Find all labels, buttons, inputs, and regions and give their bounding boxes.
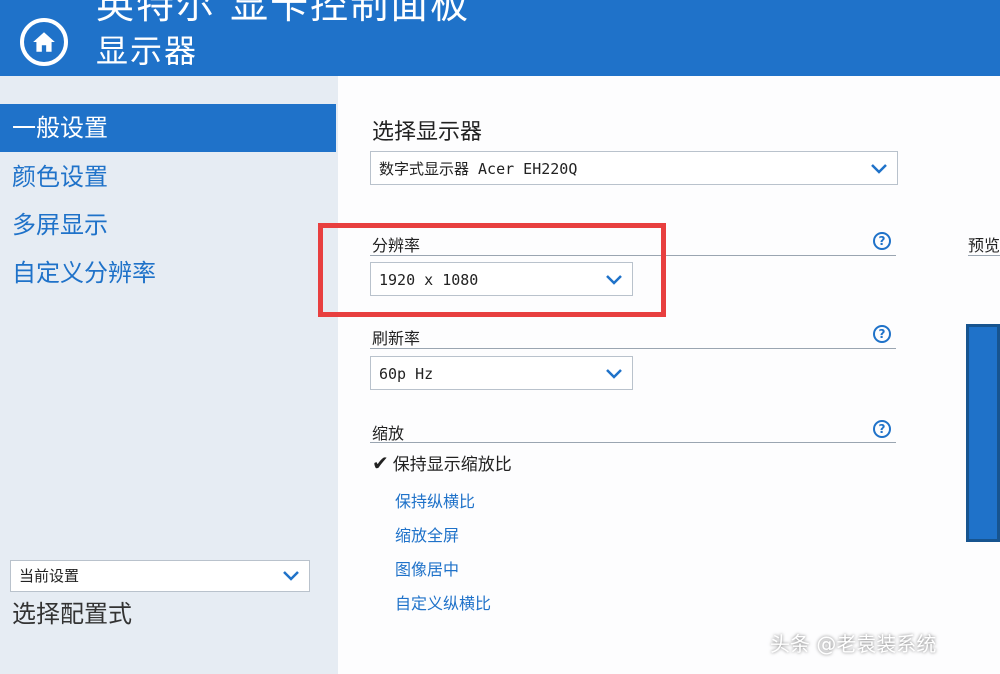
scaling-option-maintain-aspect[interactable]: 保持纵横比 bbox=[395, 488, 475, 512]
home-button[interactable] bbox=[20, 18, 68, 66]
home-icon bbox=[33, 32, 55, 52]
refresh-rate-label: 刷新率 bbox=[372, 329, 421, 348]
chevron-down-icon bbox=[871, 164, 887, 174]
watermark: 头条 @老袁装系统 bbox=[770, 632, 937, 656]
sidebar-item-color[interactable]: 颜色设置 bbox=[0, 153, 336, 201]
display-select-value: 数字式显示器 Acer EH220Q bbox=[379, 160, 578, 178]
scaling-option-maintain-display[interactable]: ✔ 保持显示缩放比 bbox=[372, 450, 512, 475]
profile-select[interactable]: 当前设置 bbox=[10, 560, 310, 592]
sidebar-item-custom-resolution[interactable]: 自定义分辨率 bbox=[0, 249, 336, 297]
scaling-label: 缩放 bbox=[372, 424, 405, 443]
divider bbox=[968, 255, 1000, 256]
app-title: 英特尔 显卡控制面板 bbox=[96, 0, 471, 27]
scaling-option-label: 保持显示缩放比 bbox=[392, 455, 512, 475]
help-icon[interactable]: ? bbox=[873, 420, 891, 438]
chevron-down-icon bbox=[606, 369, 622, 379]
display-select[interactable]: 数字式显示器 Acer EH220Q bbox=[370, 151, 898, 185]
scaling-option-center-image[interactable]: 图像居中 bbox=[395, 556, 459, 580]
checkmark-icon: ✔ bbox=[372, 451, 389, 475]
app-header: 英特尔 显卡控制面板 显示器 bbox=[0, 0, 1000, 76]
sidebar-item-multi-display[interactable]: 多屏显示 bbox=[0, 201, 336, 249]
chevron-down-icon bbox=[283, 571, 299, 581]
scaling-option-custom-aspect[interactable]: 自定义纵横比 bbox=[395, 590, 491, 614]
help-icon[interactable]: ? bbox=[873, 232, 891, 250]
select-display-label: 选择显示器 bbox=[372, 120, 483, 145]
sidebar-item-general[interactable]: 一般设置 bbox=[0, 104, 336, 152]
help-icon[interactable]: ? bbox=[873, 325, 891, 343]
profile-select-value: 当前设置 bbox=[19, 567, 80, 585]
sidebar: 一般设置 颜色设置 多屏显示 自定义分辨率 选择配置式 当前设置 bbox=[0, 76, 338, 674]
preview-label: 预览 bbox=[968, 236, 1000, 255]
page-title: 显示器 bbox=[96, 32, 199, 70]
divider bbox=[370, 348, 896, 349]
highlight-box bbox=[318, 223, 666, 317]
refresh-rate-select[interactable]: 60p Hz bbox=[370, 356, 633, 390]
preview-monitor bbox=[966, 324, 1000, 542]
scaling-option-full-screen[interactable]: 缩放全屏 bbox=[395, 522, 459, 546]
refresh-rate-select-value: 60p Hz bbox=[379, 365, 434, 383]
divider bbox=[370, 442, 896, 443]
profile-label: 选择配置式 bbox=[12, 600, 132, 628]
